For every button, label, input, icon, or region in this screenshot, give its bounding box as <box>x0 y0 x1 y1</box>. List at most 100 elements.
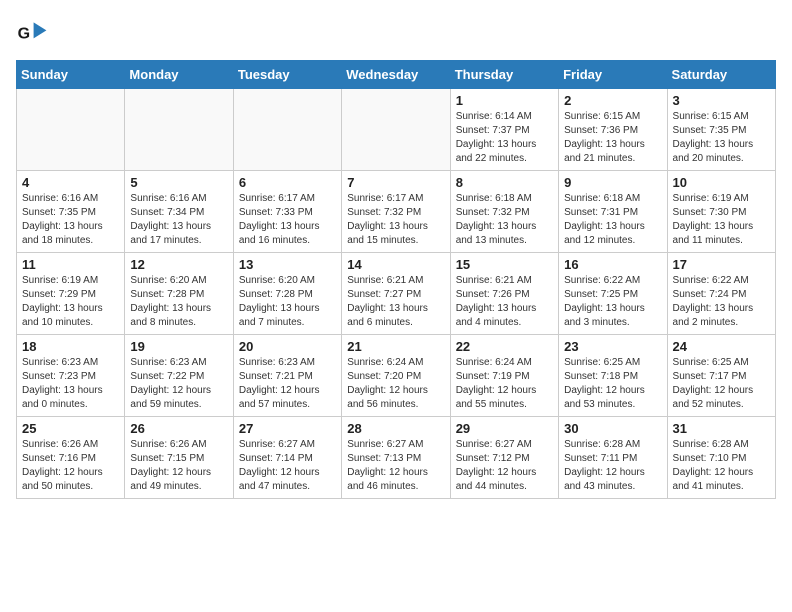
day-number: 2 <box>564 93 661 108</box>
week-row-5: 25 Sunrise: 6:26 AM Sunset: 7:16 PM Dayli… <box>17 417 776 499</box>
day-info: Sunrise: 6:17 AM Sunset: 7:33 PM Dayligh… <box>239 192 336 248</box>
day-number: 4 <box>22 175 119 190</box>
day-number: 13 <box>239 257 336 272</box>
day-number: 21 <box>347 339 444 354</box>
calendar-cell: 13 Sunrise: 6:20 AM Sunset: 7:28 PM Dayli… <box>233 253 341 335</box>
calendar-cell: 28 Sunrise: 6:27 AM Sunset: 7:13 PM Dayli… <box>342 417 450 499</box>
calendar-cell <box>17 89 125 171</box>
day-info: Sunrise: 6:16 AM Sunset: 7:35 PM Dayligh… <box>22 192 119 248</box>
calendar-cell: 7 Sunrise: 6:17 AM Sunset: 7:32 PM Daylig… <box>342 171 450 253</box>
calendar-cell: 24Sunrise: 6:25 AM Sunset: 7:17 PM Dayli… <box>667 335 775 417</box>
day-number: 7 <box>347 175 444 190</box>
calendar-cell: 29 Sunrise: 6:27 AM Sunset: 7:12 PM Dayli… <box>450 417 558 499</box>
calendar-cell: 23 Sunrise: 6:25 AM Sunset: 7:18 PM Dayli… <box>559 335 667 417</box>
page-header: G <box>16 16 776 48</box>
calendar-cell: 3Sunrise: 6:15 AM Sunset: 7:35 PM Daylig… <box>667 89 775 171</box>
header-day-tuesday: Tuesday <box>233 61 341 89</box>
header-day-sunday: Sunday <box>17 61 125 89</box>
day-info: Sunrise: 6:21 AM Sunset: 7:26 PM Dayligh… <box>456 274 553 330</box>
day-info: Sunrise: 6:14 AM Sunset: 7:37 PM Dayligh… <box>456 110 553 166</box>
day-info: Sunrise: 6:24 AM Sunset: 7:19 PM Dayligh… <box>456 356 553 412</box>
day-number: 9 <box>564 175 661 190</box>
day-number: 20 <box>239 339 336 354</box>
day-info: Sunrise: 6:16 AM Sunset: 7:34 PM Dayligh… <box>130 192 227 248</box>
day-number: 26 <box>130 421 227 436</box>
logo-icon: G <box>16 16 48 48</box>
day-number: 5 <box>130 175 227 190</box>
calendar-cell: 31 Sunrise: 6:28 AM Sunset: 7:10 PM Dayli… <box>667 417 775 499</box>
day-number: 12 <box>130 257 227 272</box>
day-number: 18 <box>22 339 119 354</box>
day-info: Sunrise: 6:23 AM Sunset: 7:22 PM Dayligh… <box>130 356 227 412</box>
header-row: SundayMondayTuesdayWednesdayThursdayFrid… <box>17 61 776 89</box>
calendar-cell: 9 Sunrise: 6:18 AM Sunset: 7:31 PM Daylig… <box>559 171 667 253</box>
calendar-cell <box>233 89 341 171</box>
calendar-cell: 25 Sunrise: 6:26 AM Sunset: 7:16 PM Dayli… <box>17 417 125 499</box>
week-row-3: 11 Sunrise: 6:19 AM Sunset: 7:29 PM Dayli… <box>17 253 776 335</box>
day-info: Sunrise: 6:26 AM Sunset: 7:15 PM Dayligh… <box>130 438 227 494</box>
calendar-cell: 17 Sunrise: 6:22 AM Sunset: 7:24 PM Dayli… <box>667 253 775 335</box>
day-info: Sunrise: 6:18 AM Sunset: 7:32 PM Dayligh… <box>456 192 553 248</box>
header-day-monday: Monday <box>125 61 233 89</box>
calendar-cell: 12 Sunrise: 6:20 AM Sunset: 7:28 PM Dayli… <box>125 253 233 335</box>
calendar-cell: 27 Sunrise: 6:27 AM Sunset: 7:14 PM Dayli… <box>233 417 341 499</box>
logo: G <box>16 16 54 48</box>
day-number: 23 <box>564 339 661 354</box>
calendar-table: SundayMondayTuesdayWednesdayThursdayFrid… <box>16 60 776 499</box>
week-row-1: 1 Sunrise: 6:14 AM Sunset: 7:37 PM Daylig… <box>17 89 776 171</box>
calendar-cell: 11 Sunrise: 6:19 AM Sunset: 7:29 PM Dayli… <box>17 253 125 335</box>
header-day-saturday: Saturday <box>667 61 775 89</box>
calendar-cell: 14 Sunrise: 6:21 AM Sunset: 7:27 PM Dayli… <box>342 253 450 335</box>
calendar-cell: 15 Sunrise: 6:21 AM Sunset: 7:26 PM Dayli… <box>450 253 558 335</box>
day-info: Sunrise: 6:28 AM Sunset: 7:10 PM Dayligh… <box>673 438 770 494</box>
day-number: 31 <box>673 421 770 436</box>
calendar-cell: 19 Sunrise: 6:23 AM Sunset: 7:22 PM Dayli… <box>125 335 233 417</box>
day-number: 1 <box>456 93 553 108</box>
week-row-2: 4 Sunrise: 6:16 AM Sunset: 7:35 PM Daylig… <box>17 171 776 253</box>
day-info: Sunrise: 6:20 AM Sunset: 7:28 PM Dayligh… <box>239 274 336 330</box>
day-number: 11 <box>22 257 119 272</box>
day-info: Sunrise: 6:22 AM Sunset: 7:25 PM Dayligh… <box>564 274 661 330</box>
day-number: 14 <box>347 257 444 272</box>
day-number: 15 <box>456 257 553 272</box>
day-info: Sunrise: 6:15 AM Sunset: 7:36 PM Dayligh… <box>564 110 661 166</box>
day-info: Sunrise: 6:27 AM Sunset: 7:12 PM Dayligh… <box>456 438 553 494</box>
day-info: Sunrise: 6:24 AM Sunset: 7:20 PM Dayligh… <box>347 356 444 412</box>
day-number: 10 <box>673 175 770 190</box>
calendar-cell: 21 Sunrise: 6:24 AM Sunset: 7:20 PM Dayli… <box>342 335 450 417</box>
day-info: Sunrise: 6:22 AM Sunset: 7:24 PM Dayligh… <box>673 274 770 330</box>
day-number: 28 <box>347 421 444 436</box>
day-info: Sunrise: 6:17 AM Sunset: 7:32 PM Dayligh… <box>347 192 444 248</box>
day-info: Sunrise: 6:27 AM Sunset: 7:14 PM Dayligh… <box>239 438 336 494</box>
day-number: 29 <box>456 421 553 436</box>
day-number: 24 <box>673 339 770 354</box>
day-number: 16 <box>564 257 661 272</box>
day-info: Sunrise: 6:25 AM Sunset: 7:18 PM Dayligh… <box>564 356 661 412</box>
day-number: 6 <box>239 175 336 190</box>
calendar-cell: 30Sunrise: 6:28 AM Sunset: 7:11 PM Dayli… <box>559 417 667 499</box>
day-info: Sunrise: 6:21 AM Sunset: 7:27 PM Dayligh… <box>347 274 444 330</box>
calendar-cell: 8 Sunrise: 6:18 AM Sunset: 7:32 PM Daylig… <box>450 171 558 253</box>
svg-text:G: G <box>18 25 30 42</box>
day-number: 17 <box>673 257 770 272</box>
day-number: 19 <box>130 339 227 354</box>
calendar-cell: 2 Sunrise: 6:15 AM Sunset: 7:36 PM Daylig… <box>559 89 667 171</box>
header-day-friday: Friday <box>559 61 667 89</box>
calendar-cell: 22Sunrise: 6:24 AM Sunset: 7:19 PM Dayli… <box>450 335 558 417</box>
day-number: 8 <box>456 175 553 190</box>
day-info: Sunrise: 6:18 AM Sunset: 7:31 PM Dayligh… <box>564 192 661 248</box>
calendar-cell: 18 Sunrise: 6:23 AM Sunset: 7:23 PM Dayli… <box>17 335 125 417</box>
day-number: 27 <box>239 421 336 436</box>
day-number: 30 <box>564 421 661 436</box>
calendar-cell: 5 Sunrise: 6:16 AM Sunset: 7:34 PM Daylig… <box>125 171 233 253</box>
day-number: 25 <box>22 421 119 436</box>
calendar-cell: 1 Sunrise: 6:14 AM Sunset: 7:37 PM Daylig… <box>450 89 558 171</box>
calendar-cell: 16 Sunrise: 6:22 AM Sunset: 7:25 PM Dayli… <box>559 253 667 335</box>
calendar-cell: 26 Sunrise: 6:26 AM Sunset: 7:15 PM Dayli… <box>125 417 233 499</box>
day-info: Sunrise: 6:20 AM Sunset: 7:28 PM Dayligh… <box>130 274 227 330</box>
day-info: Sunrise: 6:26 AM Sunset: 7:16 PM Dayligh… <box>22 438 119 494</box>
day-info: Sunrise: 6:19 AM Sunset: 7:29 PM Dayligh… <box>22 274 119 330</box>
calendar-cell: 10Sunrise: 6:19 AM Sunset: 7:30 PM Dayli… <box>667 171 775 253</box>
day-info: Sunrise: 6:23 AM Sunset: 7:23 PM Dayligh… <box>22 356 119 412</box>
day-info: Sunrise: 6:27 AM Sunset: 7:13 PM Dayligh… <box>347 438 444 494</box>
